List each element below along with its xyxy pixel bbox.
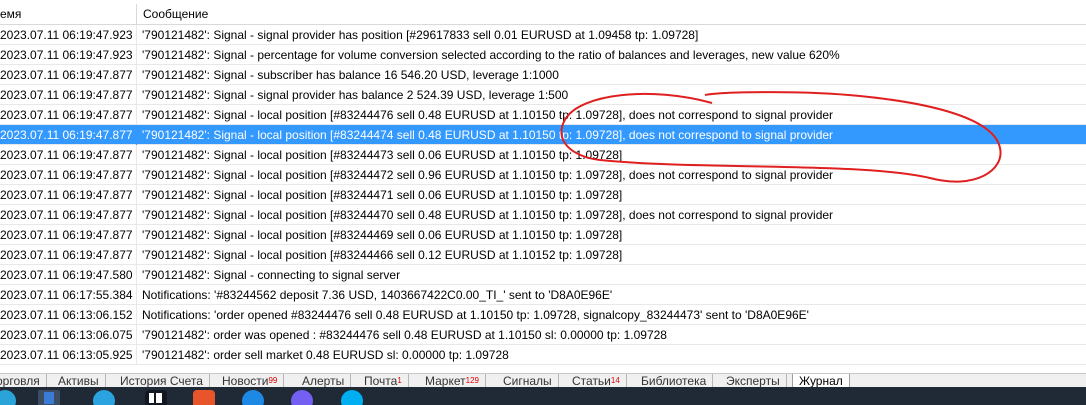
journal-log-list: 2023.07.11 06:19:47.923 '790121482': Sign… [0, 25, 1086, 365]
log-message: Notifications: '#83244562 deposit 7.36 U… [142, 288, 613, 302]
log-message: '790121482': Signal - percentage for vol… [142, 48, 840, 62]
log-row[interactable]: 2023.07.11 06:19:47.923 '790121482': Sign… [0, 45, 1086, 65]
tab-trade[interactable]: орговля [0, 374, 47, 388]
skype-icon[interactable] [341, 390, 363, 405]
log-row[interactable]: 2023.07.11 06:19:47.877 '790121482': Sign… [0, 85, 1086, 105]
tab-market[interactable]: Маркет129 [425, 374, 486, 388]
log-message: '790121482': Signal - local position [#8… [142, 128, 834, 142]
market-badge: 129 [465, 376, 479, 385]
log-message: Notifications: 'order opened #83244476 s… [142, 308, 809, 322]
log-time: 2023.07.11 06:19:47.877 [0, 145, 137, 165]
log-message: '790121482': Signal - local position [#8… [142, 208, 834, 222]
tab-news[interactable]: Новости99 [222, 374, 285, 388]
log-message: '790121482': Signal - local position [#8… [142, 248, 623, 262]
log-message: '790121482': Signal - connecting to sign… [142, 268, 401, 282]
log-time: 2023.07.11 06:19:47.877 [0, 65, 137, 85]
log-message: '790121482': Signal - local position [#8… [142, 168, 834, 182]
tab-history[interactable]: История Счета [120, 374, 210, 388]
app-icon[interactable] [193, 390, 215, 405]
tab-signals[interactable]: Сигналы [503, 374, 559, 388]
log-row[interactable]: 2023.07.11 06:19:47.877 '790121482': Sign… [0, 145, 1086, 165]
log-message: '790121482': Signal - local position [#8… [142, 188, 623, 202]
log-time: 2023.07.11 06:19:47.877 [0, 85, 137, 105]
toolbox-tab-bar: орговля Активы История Счета Новости99 А… [0, 373, 1086, 388]
log-time: 2023.07.11 06:13:05.925 [0, 345, 137, 365]
log-message: '790121482': Signal - signal provider ha… [142, 88, 569, 102]
tab-journal[interactable]: Журнал [792, 374, 850, 388]
log-time: 2023.07.11 06:19:47.877 [0, 105, 137, 125]
tradingview-glyph [149, 393, 154, 403]
log-time: 2023.07.11 06:13:06.152 [0, 305, 137, 325]
tab-library[interactable]: Библиотека [641, 374, 714, 388]
tradingview-icon[interactable] [145, 390, 167, 405]
log-row[interactable]: 2023.07.11 06:19:47.877 '790121482': Sign… [0, 165, 1086, 185]
windows-taskbar [0, 387, 1086, 405]
tradingview-glyph [156, 393, 162, 403]
time-column-header[interactable]: емя [0, 4, 137, 24]
tab-articles[interactable]: Статьи14 [572, 374, 627, 388]
news-badge: 99 [268, 376, 278, 385]
viber-icon[interactable] [291, 390, 313, 405]
log-message: '790121482': order was opened : #8324447… [142, 328, 667, 342]
journal-header: емя Сообщение [0, 4, 1086, 25]
log-row[interactable]: 2023.07.11 06:13:06.075 '790121482': orde… [0, 325, 1086, 345]
log-row[interactable]: 2023.07.11 06:19:47.877 '790121482': Sign… [0, 65, 1086, 85]
log-row[interactable]: 2023.07.11 06:19:47.877 '790121482': Sign… [0, 105, 1086, 125]
file-explorer-icon[interactable] [38, 390, 60, 405]
log-message: '790121482': order sell market 0.48 EURU… [142, 348, 509, 362]
tab-experts[interactable]: Эксперты [726, 374, 787, 388]
log-row[interactable]: 2023.07.11 06:19:47.580 '790121482': Sign… [0, 265, 1086, 285]
log-row[interactable]: 2023.07.11 06:19:47.923 '790121482': Sign… [0, 25, 1086, 45]
log-row[interactable]: 2023.07.11 06:19:47.877 '790121482': Sign… [0, 225, 1086, 245]
log-message: '790121482': Signal - signal provider ha… [142, 28, 699, 42]
log-message: '790121482': Signal - local position [#8… [142, 148, 623, 162]
log-time: 2023.07.11 06:19:47.877 [0, 125, 137, 145]
tab-mailbox[interactable]: Почта1 [364, 374, 409, 388]
log-row[interactable]: 2023.07.11 06:13:05.925 '790121482': orde… [0, 345, 1086, 365]
message-column-header[interactable]: Сообщение [137, 4, 1086, 24]
log-time: 2023.07.11 06:19:47.923 [0, 25, 137, 45]
telegram-icon[interactable] [93, 390, 115, 405]
log-row-selected[interactable]: 2023.07.11 06:19:47.877 '790121482': Sign… [0, 125, 1086, 145]
log-message: '790121482': Signal - local position [#8… [142, 228, 623, 242]
log-row[interactable]: 2023.07.11 06:13:06.152 Notifications: 'o… [0, 305, 1086, 325]
log-time: 2023.07.11 06:19:47.877 [0, 225, 137, 245]
tab-alerts[interactable]: Алерты [302, 374, 352, 388]
browser-icon[interactable] [0, 390, 16, 405]
log-row[interactable]: 2023.07.11 06:19:47.877 '790121482': Sign… [0, 185, 1086, 205]
log-row[interactable]: 2023.07.11 06:19:47.877 '790121482': Sign… [0, 205, 1086, 225]
log-time: 2023.07.11 06:19:47.877 [0, 205, 137, 225]
log-message: '790121482': Signal - local position [#8… [142, 108, 834, 122]
log-time: 2023.07.11 06:17:55.384 [0, 285, 137, 305]
mail-badge: 1 [397, 376, 402, 385]
log-row[interactable]: 2023.07.11 06:19:47.877 '790121482': Sign… [0, 245, 1086, 265]
log-row[interactable]: 2023.07.11 06:17:55.384 Notifications: '#… [0, 285, 1086, 305]
log-time: 2023.07.11 06:19:47.580 [0, 265, 137, 285]
log-time: 2023.07.11 06:19:47.877 [0, 165, 137, 185]
log-time: 2023.07.11 06:13:06.075 [0, 325, 137, 345]
network-icon[interactable] [242, 390, 264, 405]
log-time: 2023.07.11 06:19:47.877 [0, 185, 137, 205]
log-message: '790121482': Signal - subscriber has bal… [142, 68, 559, 82]
log-time: 2023.07.11 06:19:47.877 [0, 245, 137, 265]
articles-badge: 14 [610, 376, 620, 385]
log-time: 2023.07.11 06:19:47.923 [0, 45, 137, 65]
tab-assets[interactable]: Активы [58, 374, 106, 388]
file-explorer-glyph [44, 392, 54, 404]
